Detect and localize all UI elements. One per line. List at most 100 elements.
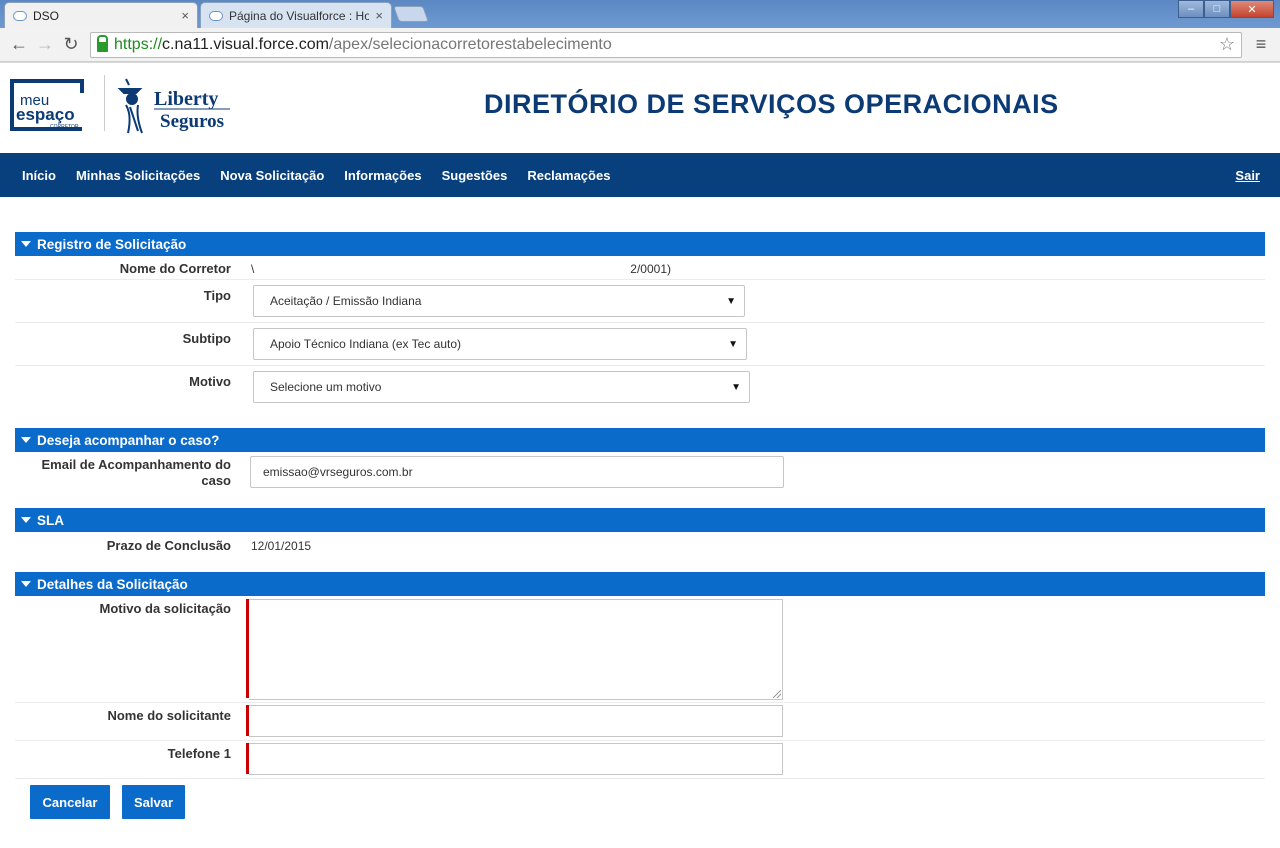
section-detalhes-header[interactable]: Detalhes da Solicitação <box>15 572 1265 596</box>
tipo-selected-value: Aceitação / Emissão Indiana <box>270 294 422 308</box>
section-sla-header[interactable]: SLA <box>15 508 1265 532</box>
section-acompanhar-header[interactable]: Deseja acompanhar o caso? <box>15 428 1265 452</box>
close-tab-icon[interactable]: × <box>181 8 189 23</box>
nav-minhas-solicitacoes[interactable]: Minhas Solicitações <box>76 168 200 183</box>
back-arrow-icon[interactable]: ← <box>6 32 32 58</box>
statue-of-liberty-icon <box>117 78 143 134</box>
label-motivo: Motivo <box>189 374 231 389</box>
subtipo-select[interactable]: Apoio Técnico Indiana (ex Tec auto) ▼ <box>253 328 747 360</box>
corretor-value-end: 2/0001) <box>630 262 671 276</box>
label-nome-solicitante: Nome do solicitante <box>107 708 231 723</box>
liberty-seguros-logo: Liberty Seguros <box>117 78 230 134</box>
window-close-icon[interactable]: ✕ <box>1230 0 1274 18</box>
nav-inicio[interactable]: Início <box>22 168 56 183</box>
logo-divider <box>104 75 105 131</box>
cancel-button[interactable]: Cancelar <box>30 785 110 819</box>
chevron-down-icon: ▼ <box>731 381 741 393</box>
browser-tab-inactive[interactable]: Página do Visualforce : Ho × <box>200 2 392 28</box>
email-field[interactable]: emissao@vrseguros.com.br <box>250 456 784 488</box>
nav-nova-solicitacao[interactable]: Nova Solicitação <box>220 168 324 183</box>
row-motivo-solicitacao: Motivo da solicitação <box>15 596 1265 703</box>
label-subtipo: Subtipo <box>182 331 231 346</box>
nome-solicitante-wrapper <box>246 705 783 737</box>
lock-icon <box>97 34 108 52</box>
section-title: Detalhes da Solicitação <box>37 576 188 592</box>
chevron-down-icon: ▼ <box>726 295 736 307</box>
main-navbar: Início Minhas Solicitações Nova Solicita… <box>0 153 1280 197</box>
motivo-selected-value: Selecione um motivo <box>270 380 382 394</box>
collapse-triangle-icon[interactable] <box>21 581 31 587</box>
section-title: SLA <box>37 512 64 528</box>
telefone-input[interactable] <box>249 743 783 775</box>
collapse-triangle-icon[interactable] <box>21 241 31 247</box>
corretor-value-start: \ <box>251 262 255 276</box>
url-scheme: https:// <box>114 35 163 53</box>
url-path: /apex/selecionacorretorestabelecimento <box>328 35 612 53</box>
label-tipo: Tipo <box>203 288 231 303</box>
row-motivo: Motivo Selecione um motivo ▼ <box>15 366 1265 428</box>
cloud-icon <box>209 10 223 21</box>
nav-sugestoes[interactable]: Sugestões <box>442 168 508 183</box>
row-telefone: Telefone 1 <box>15 741 1265 779</box>
telefone-wrapper <box>246 743 783 775</box>
row-tipo: Tipo Aceitação / Emissão Indiana ▼ <box>15 280 1265 323</box>
value-nome-corretor: \ 2/0001) <box>231 256 671 279</box>
bookmark-star-icon[interactable]: ☆ <box>1219 34 1235 55</box>
nav-reclamacoes[interactable]: Reclamações <box>527 168 610 183</box>
row-email: Email de Acompanhamento do caso emissao@… <box>15 452 1265 508</box>
close-tab-icon[interactable]: × <box>375 8 383 23</box>
section-title: Deseja acompanhar o caso? <box>37 432 220 448</box>
value-prazo: 12/01/2015 <box>251 539 312 553</box>
save-button[interactable]: Salvar <box>122 785 185 819</box>
section-title: Registro de Solicitação <box>37 236 187 252</box>
row-subtipo: Subtipo Apoio Técnico Indiana (ex Tec au… <box>15 323 1265 366</box>
browser-menu-icon[interactable]: ≡ <box>1248 34 1274 55</box>
maximize-icon[interactable]: □ <box>1204 0 1230 18</box>
motivo-solicitacao-textarea[interactable] <box>249 599 783 700</box>
logo-espaco-text: espaço <box>16 105 75 124</box>
url-host: c.na11.visual.force.com <box>162 35 329 53</box>
site-header: meu espaço CORRETOR Liberty Seguros DIRE… <box>0 62 1280 153</box>
nome-solicitante-input[interactable] <box>249 705 783 737</box>
logo-seguros-text: Seguros <box>160 111 224 132</box>
site-title: DIRETÓRIO DE SERVIÇOS OPERACIONAIS <box>484 89 1059 119</box>
row-nome-solicitante: Nome do solicitante <box>15 703 1265 741</box>
collapse-triangle-icon[interactable] <box>21 437 31 443</box>
motivo-select[interactable]: Selecione um motivo ▼ <box>253 371 750 403</box>
reload-icon[interactable]: ↻ <box>58 32 84 58</box>
browser-toolbar: ← → ↻ https://c.na11.visual.force.com/ap… <box>0 28 1280 62</box>
page: meu espaço CORRETOR Liberty Seguros DIRE… <box>0 62 1280 819</box>
tab-title: DSO <box>33 8 60 23</box>
browser-tab-active[interactable]: DSO × <box>4 2 198 28</box>
logout-link[interactable]: Sair <box>1235 168 1260 183</box>
motivo-solicitacao-wrapper <box>246 599 783 700</box>
form-buttons: Cancelar Salvar <box>15 779 1265 819</box>
address-bar[interactable]: https://c.na11.visual.force.com/apex/sel… <box>90 31 1242 58</box>
label-telefone: Telefone 1 <box>167 746 231 761</box>
chevron-down-icon: ▼ <box>728 338 738 350</box>
minimize-icon[interactable]: – <box>1178 0 1204 18</box>
nav-informacoes[interactable]: Informações <box>344 168 421 183</box>
logo-corretor-text: CORRETOR <box>50 124 79 130</box>
label-prazo: Prazo de Conclusão <box>106 538 231 553</box>
logo-liberty-text: Liberty <box>154 88 218 110</box>
row-nome-corretor: Nome do Corretor \ 2/0001) <box>15 256 1265 280</box>
tab-title: Página do Visualforce : Ho <box>229 8 370 23</box>
section-registro-header[interactable]: Registro de Solicitação <box>15 232 1265 256</box>
subtipo-selected-value: Apoio Técnico Indiana (ex Tec auto) <box>270 337 462 351</box>
new-tab-button[interactable] <box>393 6 429 22</box>
resize-handle-icon[interactable] <box>773 690 781 698</box>
label-motivo-solicitacao: Motivo da solicitação <box>99 601 231 616</box>
window-controls: – □ ✕ <box>1178 0 1274 18</box>
label-email: Email de Acompanhamento do caso <box>41 457 232 488</box>
meu-espaco-logo: meu espaço CORRETOR <box>10 79 84 131</box>
form-content: Registro de Solicitação Nome do Corretor… <box>0 197 1280 819</box>
browser-tabstrip: DSO × Página do Visualforce : Ho × – □ ✕ <box>0 0 1280 28</box>
email-value: emissao@vrseguros.com.br <box>263 465 413 479</box>
forward-arrow-icon[interactable]: → <box>32 32 58 58</box>
cloud-icon <box>13 10 27 21</box>
collapse-triangle-icon[interactable] <box>21 517 31 523</box>
row-prazo: Prazo de Conclusão 12/01/2015 <box>15 532 1265 572</box>
tipo-select[interactable]: Aceitação / Emissão Indiana ▼ <box>253 285 745 317</box>
label-nome-corretor: Nome do Corretor <box>119 261 231 276</box>
